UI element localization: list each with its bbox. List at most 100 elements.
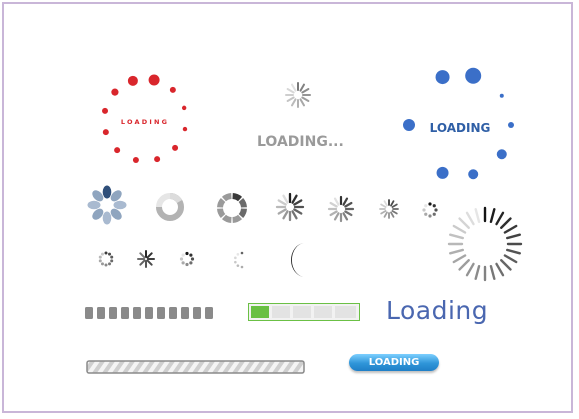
blue-spinner-dot [508,122,514,128]
spinner-dot [240,251,244,255]
spinner-spoke [344,210,353,217]
spinner-spoke [503,254,518,264]
spinner-dot [185,251,189,256]
ring-segment [221,214,232,223]
spinner-spoke [286,88,295,94]
spinner-spoke [506,233,521,240]
red-spinner-label: LOADING [121,118,169,126]
spinner-dot [189,261,193,265]
flower-petal [87,200,101,210]
spinner-dot [100,252,104,256]
blue-spinner-dot [468,169,479,180]
spinner-dot [98,259,102,263]
spinner-dot [432,212,436,216]
spinner-spoke [139,252,146,259]
spinner-dot [181,261,185,265]
spinner-spoke [506,248,521,255]
blue-dot-spinner: LOADING [398,63,523,188]
spinner-spoke [329,201,338,208]
spinner-spoke [391,210,398,215]
crescent-spinner [283,240,313,280]
spinner-dot [104,263,108,267]
spinner-dot [434,208,438,212]
asterisk-spinner [137,250,155,268]
spinner-dot [234,256,237,260]
spinner-spoke [293,208,303,215]
spinner-spoke [495,262,505,277]
spinner-spoke [342,212,349,221]
ring-gradient-spinner [155,192,185,222]
flower-petal [102,185,112,199]
red-spinner-dot [132,156,139,163]
blue-spinner-dot [403,119,415,131]
spinner-dot [179,257,184,261]
bar-segment [133,307,141,319]
spinner-dot [236,264,240,267]
dot-spinner-small-1 [420,200,440,220]
spinner-spoke [380,203,387,208]
red-spinner-dot [148,74,160,86]
spinner-spoke [291,210,298,220]
spinner-spoke [277,199,287,206]
blue-spinner-label: LOADING [430,121,491,135]
spinner-dot [108,262,112,266]
large-spoke-spinner [447,206,523,282]
spinner-spoke [344,201,353,208]
spinner-spoke [391,203,398,208]
flower-petal-spinner [85,183,129,227]
spinner-spoke [286,96,295,102]
bar-segment [169,307,177,319]
ring-segment [238,197,247,208]
spinner-dot [428,202,432,206]
spinner-dot [240,265,244,269]
spinner-spoke [329,210,338,217]
spinner-dot [234,260,237,264]
spinner-spoke [380,210,387,215]
flower-petal [102,211,112,225]
spinner-dot [424,204,428,208]
spinner-spoke [299,83,305,92]
bar-segment [85,307,93,319]
bar-segment [193,307,201,319]
blue-spinner-dot [496,149,507,160]
spinner-dot [424,212,428,216]
spinner-spoke [465,211,475,226]
spinner-spoke [277,208,287,215]
spinner-dot [185,262,189,267]
red-spinner-dot [114,147,121,154]
bar-segment [97,307,105,319]
red-spinner-dot [127,75,138,86]
spinner-spoke [500,259,512,271]
red-spinner-dot [181,105,187,111]
spinner-dot [422,208,426,212]
spinner-spoke [474,208,481,223]
spinner-dot [104,251,108,255]
spinner-spoke [449,233,464,240]
spinner-spoke [458,217,470,229]
spinner-spoke [282,210,289,220]
spinner-spoke [333,197,340,206]
spoke-spinner-small-1 [378,198,400,220]
spinner-spoke [333,212,340,221]
spinner-spoke [146,252,153,259]
spinner-dot [432,204,436,208]
spinner-dot [110,255,114,259]
spinner-spoke [489,208,496,223]
spinner-spoke [301,88,310,94]
loading-pill-button[interactable]: LOADING [349,354,439,371]
spinner-dot [98,255,102,259]
spinner-spoke [383,200,388,207]
ring-segment [217,197,226,208]
bar-segment [157,307,165,319]
ring-segment [232,214,243,223]
red-spinner-dot [154,156,161,163]
ring-segment [238,208,247,219]
spinner-spoke [474,265,481,280]
spinner-dot [181,253,185,257]
spinner-spoke [458,259,470,271]
spinner-dot [108,252,112,256]
spinner-dot [428,214,432,218]
spinner-spoke [449,248,464,255]
spinner-spoke [299,98,305,107]
spinner-dot [100,262,104,266]
